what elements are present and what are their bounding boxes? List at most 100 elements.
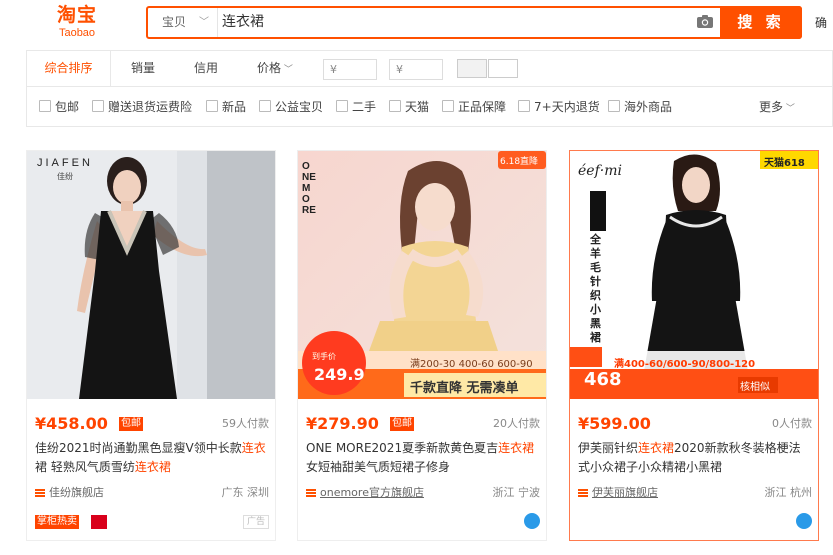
shop-icon	[35, 489, 45, 497]
chevron-down-icon: ﹀	[783, 104, 795, 114]
product-price: ¥599.00	[578, 414, 651, 433]
sales-count: 59人付款	[222, 417, 269, 430]
filter-label: 海外商品	[624, 100, 673, 114]
product-image[interactable]: ONE MORE 6.18直降 满200-30 400-60 600-90 千款…	[298, 151, 546, 399]
search-button[interactable]: 搜 索	[720, 6, 802, 39]
filter-label: 赠送退货运费险	[108, 100, 193, 114]
hot-sale-tag: 掌柜热卖	[35, 515, 79, 529]
filter-label: 天猫	[405, 100, 430, 114]
filter-charity[interactable]: 公益宝贝	[259, 100, 323, 114]
promo-line: 满400-60/600-90/800-120	[614, 359, 756, 370]
title-part: 裙 轻熟风气质雪纺	[35, 460, 135, 474]
product-title[interactable]: 佳纷2021时尚通勤黑色显瘦V领中长款连衣裙 轻熟风气质雪纺连衣裙	[35, 439, 269, 479]
title-keyword: 连衣裙	[134, 460, 171, 474]
filter-freight-insurance[interactable]: 赠送退货运费险	[92, 100, 192, 114]
header-side-text[interactable]: 确	[815, 14, 827, 31]
product-card[interactable]: éef·mi 全羊毛针织小黑裙 天猫618 满400-60/600-90/800…	[569, 150, 819, 541]
shop-row: 伊芙丽旗舰店 浙江 杭州	[578, 485, 812, 501]
list-view-icon[interactable]	[488, 59, 518, 78]
wangwang-chat-icon[interactable]	[524, 513, 540, 529]
checkbox[interactable]	[608, 100, 620, 112]
badge-row	[578, 513, 812, 531]
price-row: ¥599.00 0人付款	[578, 413, 812, 435]
title-keyword: 连衣裙	[498, 441, 535, 455]
shop-row: onemore官方旗舰店 浙江 宁波	[306, 485, 540, 501]
product-card[interactable]: ONE MORE 6.18直降 满200-30 400-60 600-90 千款…	[297, 150, 547, 541]
shop-name-link[interactable]: 佳纷旗舰店	[49, 485, 104, 501]
filter-label: 正品保障	[458, 100, 507, 114]
more-filters-button[interactable]: 更多 ﹀	[759, 100, 795, 116]
title-part: 伊芙丽针织	[578, 441, 639, 455]
filter-overseas[interactable]: 海外商品	[608, 100, 672, 114]
filter-label: 二手	[352, 100, 377, 114]
promo-price-label: 到手价	[312, 352, 336, 361]
brand-logo: JIAFEN	[37, 157, 93, 169]
product-title[interactable]: ONE MORE2021夏季新款黄色夏吉连衣裙女短袖甜美气质短裙子修身	[306, 439, 540, 479]
checkbox[interactable]	[259, 100, 271, 112]
product-title[interactable]: 伊芙丽针织连衣裙2020新款秋冬装格梗法式小众裙子小众精裙小黑裙	[578, 439, 812, 479]
shop-location: 浙江 宁波	[492, 486, 541, 499]
sort-default[interactable]: 综合排序	[27, 51, 111, 86]
checkbox[interactable]	[336, 100, 348, 112]
shop-location: 浙江 杭州	[764, 486, 813, 499]
checkbox[interactable]	[389, 100, 401, 112]
filter-7day-return[interactable]: 7+天内退货	[518, 100, 600, 114]
filter-baoyou[interactable]: 包邮	[39, 100, 79, 114]
camera-icon[interactable]	[696, 14, 714, 29]
price-row: ¥279.90 包邮 20人付款	[306, 413, 540, 435]
filter-new[interactable]: 新品	[206, 100, 246, 114]
product-image[interactable]: JIAFEN 佳纷	[27, 151, 275, 399]
filter-genuine[interactable]: 正品保障	[442, 100, 506, 114]
logo-cn: 淘宝	[56, 4, 97, 26]
sort-sales[interactable]: 销量	[131, 51, 155, 86]
search-scope-dropdown[interactable]: 宝贝 ﹀	[148, 8, 218, 37]
logo-en: Taobao	[58, 27, 96, 39]
title-part: 佳纷2021时尚通勤黑色显瘦V领中长款	[35, 441, 242, 455]
sort-credit[interactable]: 信用	[194, 51, 218, 86]
brand-badge-icon	[91, 515, 107, 529]
more-label: 更多	[759, 100, 784, 114]
shop-name-link[interactable]: onemore官方旗舰店	[320, 485, 424, 501]
checkbox[interactable]	[206, 100, 218, 112]
title-part: ONE MORE2021夏季新款黄色夏吉	[306, 441, 499, 455]
search-input[interactable]	[222, 8, 682, 37]
product-photo-1	[27, 151, 275, 399]
similar-tag[interactable]: 核相似	[740, 378, 770, 393]
search-bar: 宝贝 ﹀ 搜 索	[146, 6, 802, 39]
title-keyword: 连衣	[241, 441, 266, 455]
promo-main: 千款直降 无需凑单	[410, 381, 519, 396]
sort-price[interactable]: 价格 ﹀	[257, 51, 293, 86]
vertical-text: 全羊毛针织小黑裙	[590, 233, 601, 344]
price-min-input[interactable]: ¥	[323, 59, 377, 80]
filter-tmall[interactable]: 天猫	[389, 100, 429, 114]
badge-row: 掌柜热卖 广告	[35, 513, 269, 531]
promo-price: 468	[584, 369, 622, 390]
filter-label: 新品	[222, 100, 247, 114]
product-card[interactable]: JIAFEN 佳纷 ¥458.00 包邮 59人付款 佳纷2021时尚通勤黑色显…	[26, 150, 276, 541]
price-row: ¥458.00 包邮 59人付款	[35, 413, 269, 435]
baoyou-badge: 包邮	[119, 417, 143, 431]
title-keyword: 连衣裙	[638, 441, 675, 455]
wangwang-chat-icon[interactable]	[796, 513, 812, 529]
product-image[interactable]: éef·mi 全羊毛针织小黑裙 天猫618 满400-60/600-90/800…	[570, 151, 818, 399]
filter-label: 公益宝贝	[275, 100, 324, 114]
baoyou-badge: 包邮	[390, 417, 414, 431]
filter-second-hand[interactable]: 二手	[336, 100, 376, 114]
brand-logo-sub: 佳纷	[57, 172, 73, 181]
checkbox[interactable]	[442, 100, 454, 112]
filter-label: 7+天内退货	[534, 100, 600, 114]
badge-row	[306, 513, 540, 531]
shop-row: 佳纷旗舰店 广东 深圳	[35, 485, 269, 501]
chevron-down-icon: ﹀	[281, 65, 293, 75]
taobao-logo[interactable]: 淘宝 Taobao	[46, 4, 108, 42]
price-max-input[interactable]: ¥	[389, 59, 443, 80]
checkbox[interactable]	[518, 100, 530, 112]
shop-location: 广东 深圳	[221, 486, 270, 499]
checkbox[interactable]	[92, 100, 104, 112]
brand-logo: éef·mi	[578, 163, 622, 179]
shop-name-link[interactable]: 伊芙丽旗舰店	[592, 485, 658, 501]
sales-count: 0人付款	[772, 417, 812, 430]
checkbox[interactable]	[39, 100, 51, 112]
grid-view-icon[interactable]	[457, 59, 487, 78]
ad-label: 广告	[242, 515, 269, 529]
